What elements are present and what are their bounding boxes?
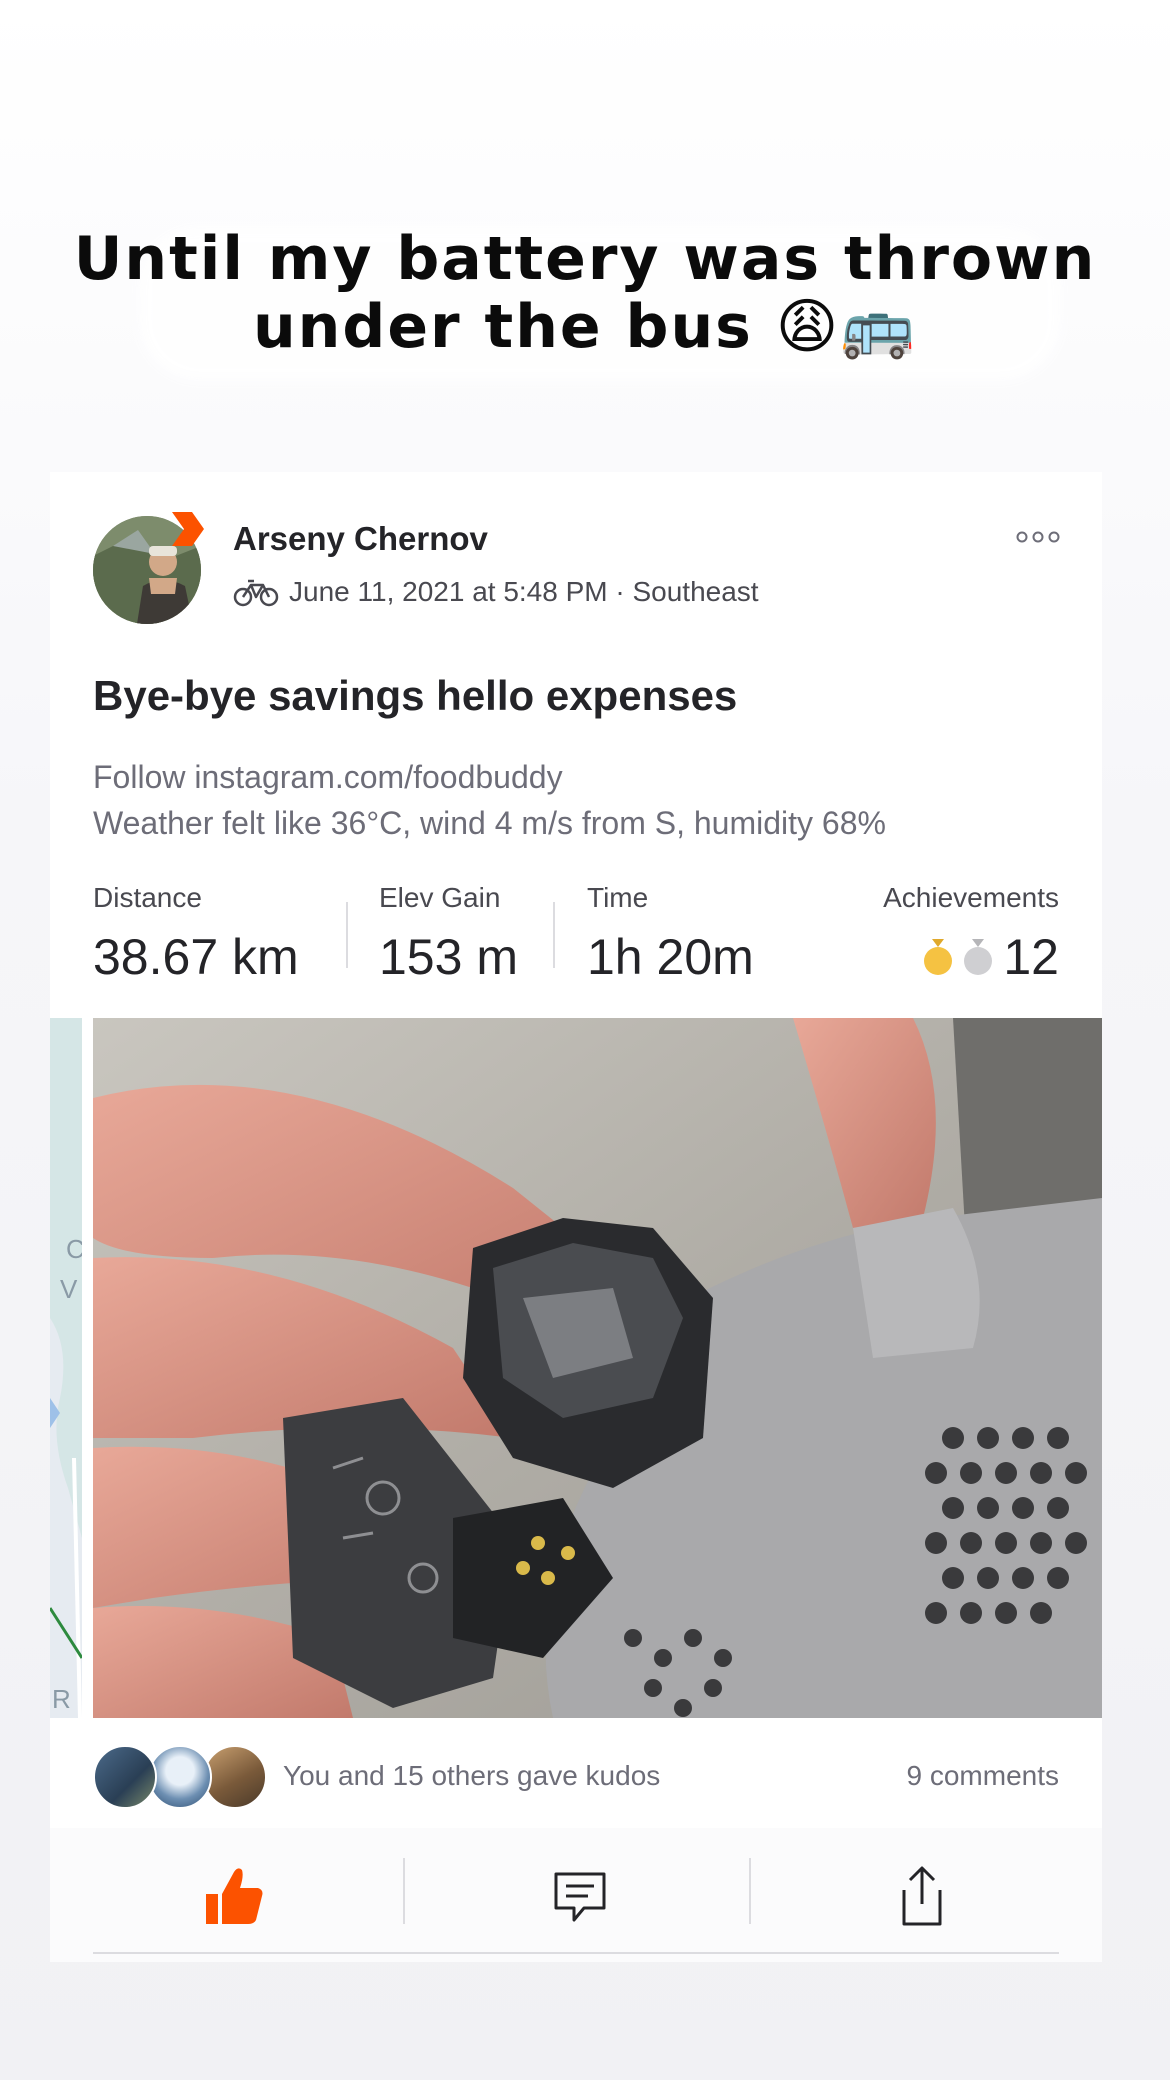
card-bottom-divider — [93, 1952, 1059, 1954]
comments-count[interactable]: 9 comments — [907, 1760, 1060, 1792]
stat-elev-gain: Elev Gain 153 m — [379, 882, 518, 986]
stat-value: 1h 20m — [587, 929, 754, 985]
comment-icon[interactable] — [550, 1864, 610, 1928]
stat-achievements[interactable]: Achievements 12 — [883, 882, 1059, 986]
svg-text:V: V — [60, 1274, 78, 1304]
route-map-preview[interactable]: C V R — [50, 1018, 82, 1718]
stat-label: Time — [587, 882, 649, 913]
svg-text:R: R — [52, 1684, 71, 1714]
caption-emojis: 😩🚌 — [775, 292, 918, 362]
stat-divider — [346, 902, 348, 968]
story-caption: Until my battery was thrown under the bu… — [0, 225, 1170, 361]
kudo-avatar[interactable] — [203, 1745, 267, 1809]
achievements-count: 12 — [1003, 929, 1059, 985]
kudos-thumbs-up-icon[interactable] — [204, 1864, 264, 1928]
kudo-avatar[interactable] — [148, 1745, 212, 1809]
athlete-name[interactable]: Arseny Chernov — [233, 520, 488, 558]
kudos-summary[interactable]: You and 15 others gave kudos — [283, 1760, 660, 1792]
kudo-avatar[interactable] — [93, 1745, 157, 1809]
stat-label: Elev Gain — [379, 882, 501, 913]
description-line: Follow instagram.com/foodbuddy — [93, 759, 563, 795]
silver-medal-icon — [964, 939, 993, 975]
activity-meta: June 11, 2021 at 5:48 PM · Southeast — [233, 576, 759, 608]
stat-value: 38.67 km — [93, 929, 299, 985]
more-options-icon[interactable] — [1016, 530, 1060, 544]
action-divider — [403, 1858, 405, 1924]
description-line: Weather felt like 36°C, wind 4 m/s from … — [93, 805, 886, 841]
activity-photo[interactable] — [93, 1018, 1102, 1718]
share-icon[interactable] — [892, 1864, 952, 1928]
bike-icon — [233, 579, 279, 607]
caption-line-1: Until my battery was thrown — [73, 224, 1097, 294]
action-bar — [50, 1828, 1102, 1962]
activity-date-location: June 11, 2021 at 5:48 PM · Southeast — [289, 576, 759, 607]
stat-distance: Distance 38.67 km — [93, 882, 299, 986]
activity-description: Follow instagram.com/foodbuddy Weather f… — [93, 754, 886, 846]
stat-label: Achievements — [883, 882, 1059, 913]
kudos-row[interactable]: You and 15 others gave kudos 9 comments — [93, 1742, 1059, 1812]
stat-time: Time 1h 20m — [587, 882, 754, 986]
stat-divider — [553, 902, 555, 968]
stat-value: 153 m — [379, 929, 518, 985]
caption-line-2-text: under the bus — [252, 292, 753, 362]
action-divider — [749, 1858, 751, 1924]
subscriber-badge-icon — [172, 512, 204, 546]
activity-card[interactable]: Arseny Chernov June 11, 2021 at 5:48 PM … — [50, 472, 1102, 1962]
caption-line-2: under the bus 😩🚌 — [0, 293, 1170, 361]
activity-title[interactable]: Bye-bye savings hello expenses — [93, 672, 737, 720]
svg-text:C: C — [66, 1234, 82, 1264]
gold-medal-icon — [924, 939, 953, 975]
stat-label: Distance — [93, 882, 202, 913]
